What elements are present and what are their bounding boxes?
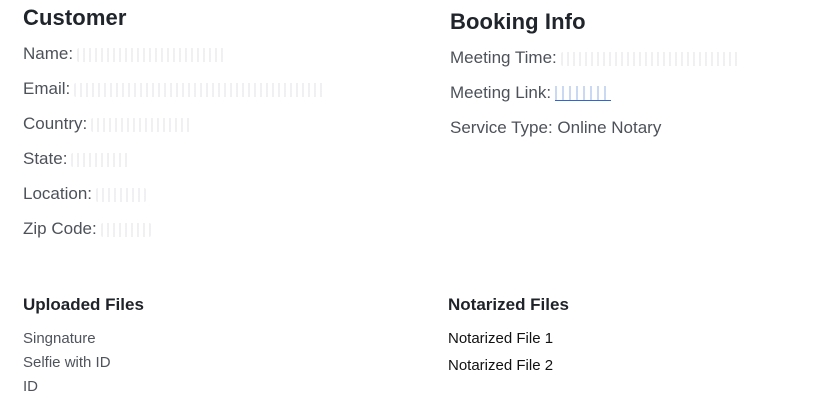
meeting-link[interactable] bbox=[555, 86, 612, 102]
customer-name-label: Name: bbox=[23, 44, 74, 63]
meeting-link-label: Meeting Link: bbox=[450, 83, 552, 102]
customer-name-value bbox=[77, 47, 228, 62]
meeting-link-field: Meeting Link: bbox=[450, 83, 612, 103]
meeting-time-value bbox=[560, 51, 741, 66]
uploaded-file-signature[interactable]: Singnature bbox=[23, 330, 96, 347]
customer-location-field: Location: bbox=[23, 184, 146, 204]
service-type-field: Service Type: Online Notary bbox=[450, 118, 661, 138]
uploaded-file-selfie-with-id[interactable]: Selfie with ID bbox=[23, 354, 111, 371]
customer-email-field: Email: bbox=[23, 79, 325, 99]
meeting-time-label: Meeting Time: bbox=[450, 48, 557, 67]
booking-info-title: Booking Info bbox=[450, 9, 586, 34]
meeting-time-field: Meeting Time: bbox=[450, 48, 741, 68]
customer-location-label: Location: bbox=[23, 184, 92, 203]
customer-zip-field: Zip Code: bbox=[23, 219, 151, 239]
customer-state-label: State: bbox=[23, 149, 68, 168]
customer-country-field: Country: bbox=[23, 114, 192, 134]
customer-title: Customer bbox=[23, 5, 127, 30]
customer-email-value bbox=[74, 82, 325, 97]
customer-country-label: Country: bbox=[23, 114, 88, 133]
service-type-text: Service Type: Online Notary bbox=[450, 118, 662, 137]
customer-name-field: Name: bbox=[23, 44, 228, 64]
customer-state-field: State: bbox=[23, 149, 130, 169]
customer-country-value bbox=[91, 117, 192, 132]
uploaded-files-title: Uploaded Files bbox=[23, 295, 144, 314]
customer-zip-label: Zip Code: bbox=[23, 219, 97, 238]
customer-location-value bbox=[96, 187, 146, 202]
customer-state-value bbox=[71, 152, 130, 167]
notarized-file-1[interactable]: Notarized File 1 bbox=[448, 330, 553, 347]
notarized-file-2[interactable]: Notarized File 2 bbox=[448, 357, 553, 374]
customer-email-label: Email: bbox=[23, 79, 71, 98]
customer-zip-value bbox=[100, 222, 151, 237]
notarized-files-title: Notarized Files bbox=[448, 295, 569, 314]
uploaded-file-id[interactable]: ID bbox=[23, 378, 38, 395]
